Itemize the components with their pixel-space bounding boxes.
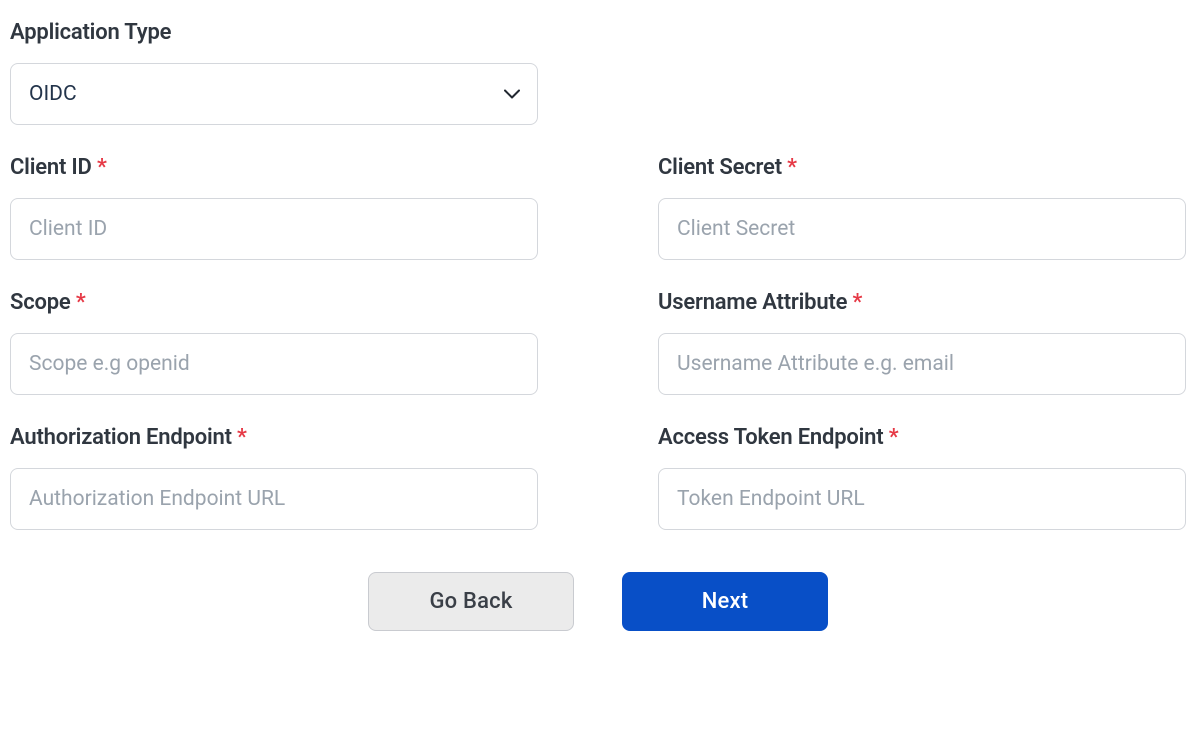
application-type-select[interactable]: OIDC <box>10 63 538 125</box>
form-group-application-type: Application Type OIDC <box>10 20 538 125</box>
username-attribute-required: * <box>853 290 863 315</box>
form-group-access-token-endpoint: Access Token Endpoint * <box>658 425 1186 530</box>
access-token-endpoint-input[interactable] <box>658 468 1186 530</box>
scope-required: * <box>76 290 86 315</box>
client-secret-label: Client Secret * <box>658 155 1186 180</box>
form-group-username-attribute: Username Attribute * <box>658 290 1186 395</box>
next-button[interactable]: Next <box>622 572 828 631</box>
access-token-endpoint-label-text: Access Token Endpoint <box>658 425 883 450</box>
go-back-button[interactable]: Go Back <box>368 572 574 631</box>
form-group-client-id: Client ID * <box>10 155 538 260</box>
authorization-endpoint-required: * <box>237 425 247 450</box>
authorization-endpoint-label: Authorization Endpoint * <box>10 425 538 450</box>
application-type-select-wrapper: OIDC <box>10 63 538 125</box>
scope-label-text: Scope <box>10 290 71 315</box>
authorization-endpoint-label-text: Authorization Endpoint <box>10 425 232 450</box>
username-attribute-input[interactable] <box>658 333 1186 395</box>
username-attribute-label-text: Username Attribute <box>658 290 847 315</box>
scope-input[interactable] <box>10 333 538 395</box>
client-id-label: Client ID * <box>10 155 538 180</box>
form-row-application-type: Application Type OIDC <box>10 20 1186 125</box>
form-group-scope: Scope * <box>10 290 538 395</box>
username-attribute-label: Username Attribute * <box>658 290 1186 315</box>
scope-label: Scope * <box>10 290 538 315</box>
application-type-label: Application Type <box>10 20 538 45</box>
client-id-required: * <box>97 155 107 180</box>
authorization-endpoint-input[interactable] <box>10 468 538 530</box>
access-token-endpoint-required: * <box>889 425 899 450</box>
client-secret-required: * <box>787 155 797 180</box>
client-secret-label-text: Client Secret <box>658 155 782 180</box>
form-row-client: Client ID * Client Secret * <box>10 155 1186 260</box>
access-token-endpoint-label: Access Token Endpoint * <box>658 425 1186 450</box>
form-container: Application Type OIDC Client ID * <box>10 20 1186 631</box>
client-id-label-text: Client ID <box>10 155 92 180</box>
button-row: Go Back Next <box>10 572 1186 631</box>
client-id-input[interactable] <box>10 198 538 260</box>
form-row-endpoints: Authorization Endpoint * Access Token En… <box>10 425 1186 530</box>
form-row-scope-username: Scope * Username Attribute * <box>10 290 1186 395</box>
form-group-authorization-endpoint: Authorization Endpoint * <box>10 425 538 530</box>
client-secret-input[interactable] <box>658 198 1186 260</box>
form-group-client-secret: Client Secret * <box>658 155 1186 260</box>
